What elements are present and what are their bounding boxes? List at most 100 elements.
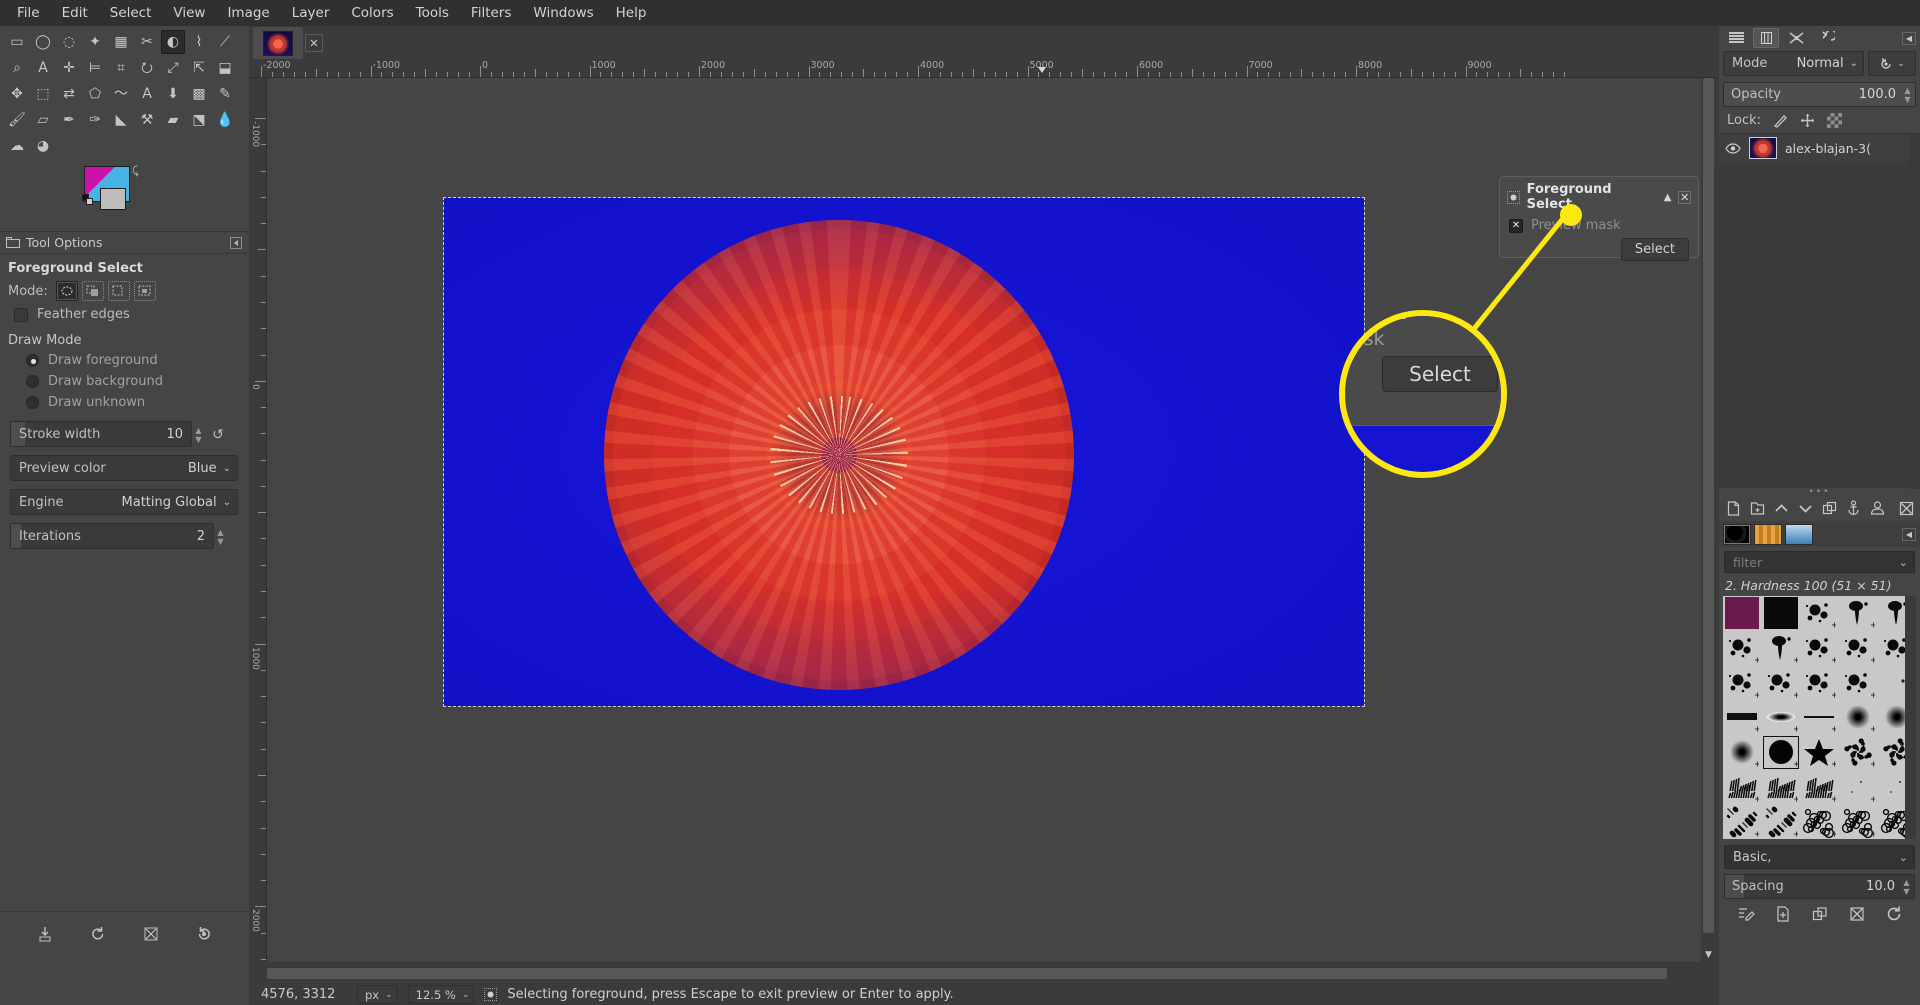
brush-filter-row[interactable]: filter ⌄	[1724, 551, 1915, 573]
brush-item[interactable]	[1762, 700, 1801, 735]
iterations-stepper[interactable]: ▲ ▼	[214, 524, 227, 550]
brush-item[interactable]	[1723, 770, 1762, 805]
flip-icon[interactable]: ⇄	[57, 82, 81, 106]
pencil-icon[interactable]: ✎	[213, 82, 237, 106]
duplicate-layer-icon[interactable]	[1818, 497, 1840, 519]
chevron-down-icon[interactable]: ⌄	[223, 463, 231, 474]
menu-item-layer[interactable]: Layer	[281, 2, 341, 24]
delete-layer-icon[interactable]	[1895, 497, 1917, 519]
canvas-horizontal-scrollbar[interactable]	[267, 967, 1701, 980]
brush-item[interactable]	[1762, 804, 1801, 839]
menu-item-tools[interactable]: Tools	[405, 2, 460, 24]
save-tool-preset-icon[interactable]	[34, 923, 56, 945]
lower-layer-icon[interactable]	[1794, 497, 1816, 519]
tab-paths[interactable]	[1783, 28, 1809, 48]
ink-icon[interactable]: ✑	[83, 108, 107, 132]
eraser-icon[interactable]: ▱	[31, 108, 55, 132]
feather-edges-checkbox[interactable]	[14, 307, 28, 322]
scissors-select-icon[interactable]: ✂	[135, 30, 159, 54]
brush-item[interactable]	[1723, 804, 1762, 839]
menu-item-image[interactable]: Image	[216, 2, 280, 24]
brush-item[interactable]	[1800, 770, 1839, 805]
layer-list[interactable]: alex-blajan-3(	[1719, 133, 1920, 489]
lock-alpha-icon[interactable]	[1826, 112, 1842, 128]
menu-item-windows[interactable]: Windows	[522, 2, 604, 24]
canvas-area[interactable]: Foreground Select ▲ ✕ ✕ Preview mask Sel…	[267, 78, 1701, 962]
paths-icon[interactable]: ⌇	[187, 30, 211, 54]
heal-icon[interactable]: ▰	[161, 108, 185, 132]
layer-visibility-icon[interactable]	[1725, 140, 1741, 156]
brush-item[interactable]	[1800, 804, 1839, 839]
duplicate-brush-icon[interactable]	[1809, 903, 1831, 925]
menu-item-help[interactable]: Help	[605, 2, 658, 24]
foreground-select-icon[interactable]: ◐	[161, 30, 185, 54]
draw-foreground-radio[interactable]	[26, 354, 39, 367]
canvas-vertical-scrollbar[interactable]: ▼	[1702, 78, 1715, 962]
layer-list-scrollbar[interactable]	[1909, 134, 1920, 489]
dock-menu-icon[interactable]: ◀	[1902, 31, 1916, 45]
refresh-brushes-icon[interactable]	[1883, 903, 1905, 925]
new-brush-icon[interactable]	[1772, 903, 1794, 925]
clone-icon[interactable]: ⚒	[135, 108, 159, 132]
shear-icon[interactable]: ⇱	[187, 56, 211, 80]
perspective-icon[interactable]: ⬓	[213, 56, 237, 80]
measure-icon[interactable]: A	[31, 56, 55, 80]
chevron-down-icon[interactable]: ⌄	[223, 497, 231, 508]
scroll-down-icon[interactable]: ▼	[1702, 948, 1715, 962]
anchor-layer-icon[interactable]	[1842, 497, 1864, 519]
brush-item[interactable]	[1762, 770, 1801, 805]
brush-filter-input[interactable]: filter	[1733, 555, 1762, 570]
blur-sharpen-icon[interactable]: 💧	[213, 108, 237, 132]
brush-grid-scrollbar[interactable]	[1905, 596, 1916, 839]
chevron-down-icon[interactable]: ⌄	[1899, 851, 1908, 864]
close-icon[interactable]: ✕	[305, 34, 323, 52]
menu-item-filters[interactable]: Filters	[460, 2, 522, 24]
layer-row[interactable]: alex-blajan-3(	[1719, 134, 1920, 162]
brush-item[interactable]	[1800, 596, 1839, 631]
spacing-slider[interactable]: Spacing 10.0 ▲ ▼	[1724, 874, 1915, 899]
horizontal-ruler[interactable]: -2000 -1000 0 1000 2000 3000 4000 5000 6000 7000 8…	[249, 60, 1719, 78]
feather-edges-row[interactable]: Feather edges	[0, 303, 248, 326]
draw-foreground-radio-row[interactable]: Draw foreground	[0, 350, 248, 371]
opacity-value[interactable]: 100.0	[1859, 87, 1902, 102]
brush-item[interactable]	[1839, 804, 1878, 839]
edit-brush-icon[interactable]	[1735, 903, 1757, 925]
engine-combo[interactable]: Engine Matting Global ⌄	[10, 489, 238, 515]
dodge-burn-icon[interactable]: ◕	[31, 134, 55, 158]
tab-layers[interactable]	[1723, 28, 1749, 48]
image-tab[interactable]	[253, 27, 303, 59]
brush-item[interactable]	[1723, 596, 1762, 631]
chevron-down-icon[interactable]: ⌄	[462, 990, 470, 1000]
brush-item[interactable]	[1800, 665, 1839, 700]
unit-combo[interactable]: px ⌄	[357, 985, 398, 1004]
reset-tool-options-icon[interactable]	[193, 923, 215, 945]
dock-menu-icon[interactable]	[230, 236, 242, 249]
iterations-value[interactable]: 2	[197, 529, 213, 544]
free-select-icon[interactable]: ◌	[57, 30, 81, 54]
tab-channels[interactable]	[1753, 28, 1779, 48]
brush-item[interactable]	[1839, 596, 1878, 631]
tab-brushes[interactable]	[1723, 523, 1751, 545]
tab-undo-history[interactable]	[1813, 28, 1839, 48]
rect-select-icon[interactable]: ▭	[5, 30, 29, 54]
brush-item[interactable]	[1839, 665, 1878, 700]
brush-item[interactable]	[1762, 735, 1801, 770]
brush-item[interactable]	[1800, 735, 1839, 770]
image-canvas[interactable]	[443, 197, 1365, 707]
brush-item[interactable]	[1839, 735, 1878, 770]
new-layer-icon[interactable]	[1722, 497, 1744, 519]
collapse-icon[interactable]: ▲	[1664, 192, 1672, 203]
new-layer-group-icon[interactable]	[1746, 497, 1768, 519]
paintbrush-icon[interactable]: 🖌	[5, 108, 29, 132]
delete-brush-icon[interactable]	[1846, 903, 1868, 925]
opacity-stepper[interactable]: ▲ ▼	[1902, 86, 1915, 103]
brush-grid[interactable]	[1723, 596, 1916, 839]
text-icon[interactable]: A	[135, 82, 159, 106]
background-color-swatch[interactable]	[100, 188, 126, 210]
layer-mode-extra-button[interactable]: ⌄	[1868, 51, 1916, 76]
rotate-icon[interactable]: ⭮	[135, 56, 159, 80]
chevron-down-icon[interactable]: ⌄	[1899, 556, 1908, 569]
stroke-width-value[interactable]: 10	[166, 427, 191, 442]
brush-item[interactable]	[1839, 700, 1878, 735]
layer-mode-combo[interactable]: Mode Normal ⌄	[1723, 51, 1864, 76]
